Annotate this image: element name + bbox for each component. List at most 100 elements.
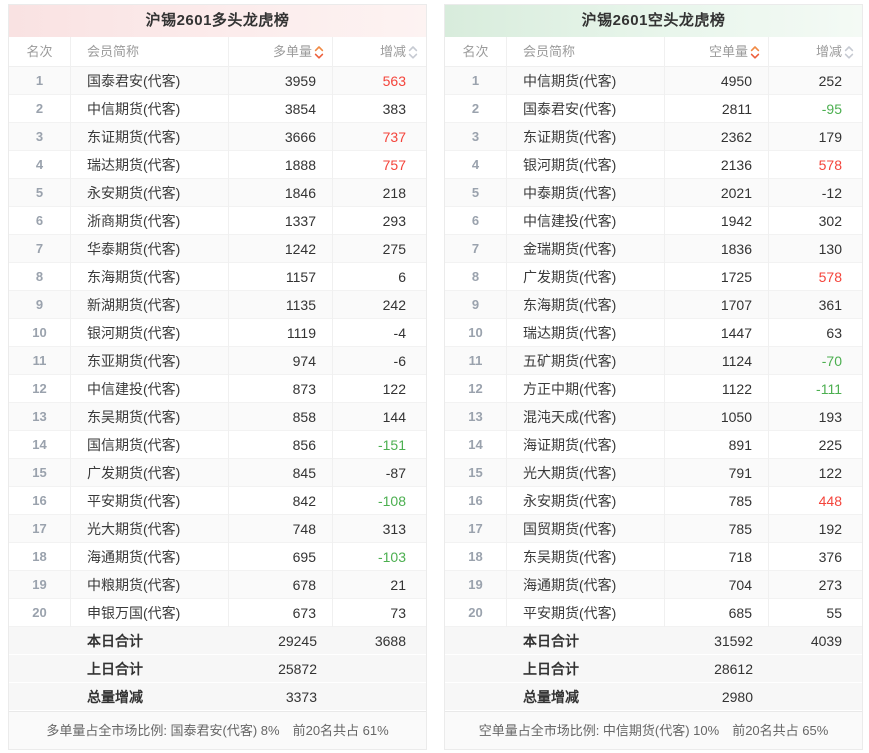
rank-cell: 20 — [9, 599, 71, 627]
rank-cell: 16 — [9, 487, 71, 515]
table-row: 11 五矿期货(代客) 1124 -70 — [445, 347, 862, 375]
change-cell: 252 — [818, 73, 842, 89]
short-board-note: 空单量占全市场比例: 中信期货(代客) 10% 前20名共占 65% — [445, 711, 862, 749]
table-row: 10 瑞达期货(代客) 1447 63 — [445, 319, 862, 347]
table-row: 1 国泰君安(代客) 3959 563 — [9, 67, 426, 95]
member-cell: 东证期货(代客) — [71, 123, 229, 151]
short-board-column-headers: 名次 会员简称 空单量 增减 — [445, 37, 862, 67]
col-header-volume-sort[interactable]: 空单量 — [665, 37, 769, 67]
summary-label-cell: 总量增减 — [87, 689, 143, 705]
summary-change-cell: 3688 — [374, 633, 406, 649]
rank-cell: 6 — [445, 207, 507, 235]
rank-cell: 13 — [445, 403, 507, 431]
rank-cell: 18 — [445, 543, 507, 571]
table-row: 13 东吴期货(代客) 858 144 — [9, 403, 426, 431]
change-cell: 63 — [826, 325, 842, 341]
change-cell: 192 — [818, 521, 842, 537]
rank-cell: 10 — [9, 319, 71, 347]
summary-row: 总量增减 3373 — [9, 683, 426, 711]
summary-volume-cell: 31592 — [714, 633, 753, 649]
volume-cell: 785 — [665, 487, 769, 515]
rank-cell: 15 — [445, 459, 507, 487]
table-row: 15 广发期货(代客) 845 -87 — [9, 459, 426, 487]
change-cell: 273 — [818, 577, 842, 593]
change-cell: 448 — [818, 493, 842, 509]
change-cell: 578 — [818, 269, 842, 285]
volume-cell: 1337 — [229, 207, 333, 235]
table-row: 1 中信期货(代客) 4950 252 — [445, 67, 862, 95]
member-cell: 瑞达期货(代客) — [71, 151, 229, 179]
col-header-change-sort[interactable]: 增减 — [333, 37, 426, 67]
summary-spacer — [9, 683, 71, 711]
rank-cell: 17 — [9, 515, 71, 543]
rank-cell: 16 — [445, 487, 507, 515]
table-row: 11 东亚期货(代客) 974 -6 — [9, 347, 426, 375]
volume-cell: 1725 — [665, 263, 769, 291]
summary-spacer — [445, 655, 507, 683]
table-row: 6 中信建投(代客) 1942 302 — [445, 207, 862, 235]
rank-cell: 1 — [445, 67, 507, 95]
member-cell: 永安期货(代客) — [71, 179, 229, 207]
volume-cell: 748 — [229, 515, 333, 543]
volume-cell: 685 — [665, 599, 769, 627]
change-cell: 130 — [818, 241, 842, 257]
col-header-member: 会员简称 — [71, 37, 229, 67]
member-cell: 银河期货(代客) — [71, 319, 229, 347]
rank-cell: 5 — [9, 179, 71, 207]
rank-cell: 4 — [9, 151, 71, 179]
volume-cell: 1135 — [229, 291, 333, 319]
table-row: 8 东海期货(代客) 1157 6 — [9, 263, 426, 291]
table-row: 5 永安期货(代客) 1846 218 — [9, 179, 426, 207]
long-board-rows: 1 国泰君安(代客) 3959 563 2 中信期货(代客) 3854 3 8 3 … — [9, 67, 426, 627]
rank-cell: 4 — [445, 151, 507, 179]
col-header-volume-sort[interactable]: 多单量 — [229, 37, 333, 67]
change-cell: -4 — [393, 325, 406, 341]
member-cell: 海通期货(代客) — [71, 543, 229, 571]
sort-active-icon — [750, 44, 760, 61]
volume-cell: 791 — [665, 459, 769, 487]
volume-cell: 1119 — [229, 319, 333, 347]
change-cell: 313 — [382, 521, 406, 537]
volume-cell: 1707 — [665, 291, 769, 319]
rank-cell: 6 — [9, 207, 71, 235]
rank-cell: 2 — [9, 95, 71, 123]
summary-change-cell: 4039 — [810, 633, 842, 649]
change-cell: -151 — [377, 437, 406, 453]
volume-cell: 1447 — [665, 319, 769, 347]
change-cell: 73 — [390, 605, 406, 621]
rank-cell: 12 — [9, 375, 71, 403]
rank-cell: 11 — [9, 347, 71, 375]
table-row: 9 东海期货(代客) 1707 361 — [445, 291, 862, 319]
table-row: 19 中粮期货(代客) 678 21 — [9, 571, 426, 599]
volume-cell: 2362 — [665, 123, 769, 151]
table-row: 4 银河期货(代客) 2136 578 — [445, 151, 862, 179]
table-row: 19 海通期货(代客) 704 273 — [445, 571, 862, 599]
change-cell: 218 — [382, 185, 406, 201]
member-cell: 国信期货(代客) — [71, 431, 229, 459]
member-cell: 银河期货(代客) — [507, 151, 665, 179]
summary-label-cell: 本日合计 — [523, 633, 579, 649]
rank-cell: 19 — [9, 571, 71, 599]
volume-cell: 673 — [229, 599, 333, 627]
member-cell: 中信建投(代客) — [507, 207, 665, 235]
table-row: 5 中泰期货(代客) 2021 -12 — [445, 179, 862, 207]
rank-cell: 3 — [9, 123, 71, 151]
summary-spacer — [9, 655, 71, 683]
change-cell: 21 — [390, 577, 406, 593]
summary-row: 上日合计 28612 — [445, 655, 862, 683]
col-header-change-sort[interactable]: 增减 — [769, 37, 862, 67]
summary-label-cell: 本日合计 — [87, 633, 143, 649]
table-row: 15 光大期货(代客) 791 122 — [445, 459, 862, 487]
table-row: 20 申银万国(代客) 673 73 — [9, 599, 426, 627]
volume-cell: 845 — [229, 459, 333, 487]
member-cell: 平安期货(代客) — [71, 487, 229, 515]
change-cell: 293 — [382, 213, 406, 229]
table-row: 10 银河期货(代客) 1119 -4 — [9, 319, 426, 347]
member-cell: 永安期货(代客) — [507, 487, 665, 515]
col-header-member: 会员简称 — [507, 37, 665, 67]
short-board-summary: 本日合计 31592 4039 上日合计 28612 总量增减 2980 — [445, 627, 862, 711]
summary-volume-cell: 3373 — [285, 689, 317, 705]
member-cell: 国泰君安(代客) — [71, 67, 229, 95]
member-cell: 东海期货(代客) — [507, 291, 665, 319]
volume-cell: 1122 — [665, 375, 769, 403]
